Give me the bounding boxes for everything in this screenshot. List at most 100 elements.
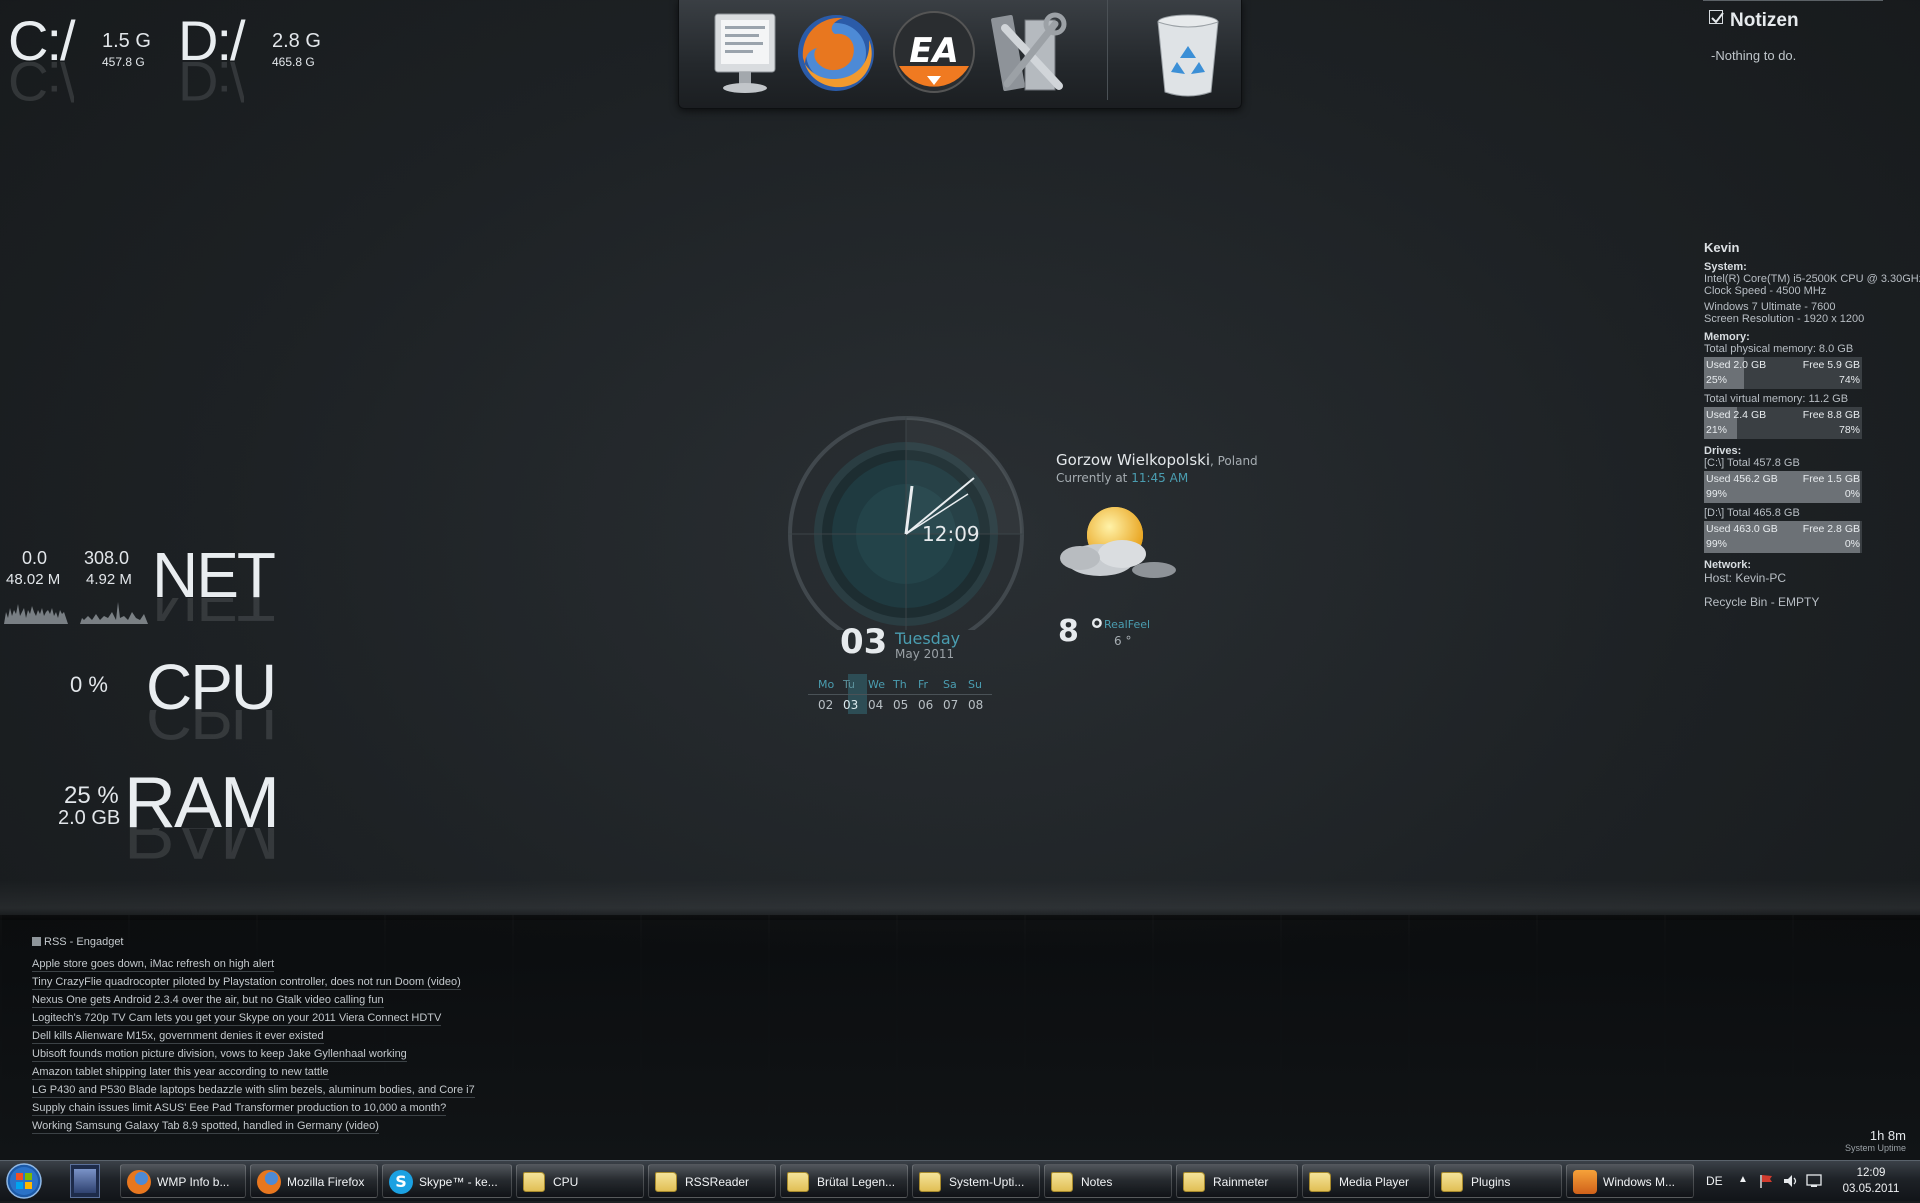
computer-icon[interactable] <box>701 8 791 98</box>
taskbar-date: 03.05.2011 <box>1842 1183 1900 1195</box>
rss-list: Apple store goes down, iMac refresh on h… <box>32 956 475 1136</box>
ram-percent: 25 % <box>64 782 119 809</box>
recycle-bin-icon[interactable] <box>1143 8 1233 98</box>
rss-item-link[interactable]: Nexus One gets Android 2.3.4 over the ai… <box>32 992 384 1008</box>
taskbar-button[interactable]: CPU <box>516 1164 644 1198</box>
rss-row: Tiny CrazyFlie quadrocopter piloted by P… <box>32 974 475 992</box>
calendar-date[interactable]: 07 <box>943 698 958 712</box>
cpu-value: 0 % <box>70 672 108 697</box>
calendar-date[interactable]: 06 <box>918 698 933 712</box>
uptime-label: System Uptime <box>1844 1143 1906 1153</box>
rss-row: Amazon tablet shipping later this year a… <box>32 1064 475 1082</box>
virt-used-pct: 21% <box>1706 424 1728 436</box>
taskbar-button[interactable]: Media Player <box>1302 1164 1430 1198</box>
sysinfo-host: Host: Kevin-PC <box>1704 571 1787 585</box>
language-indicator[interactable]: DE <box>1706 1174 1723 1188</box>
rss-item-link[interactable]: Tiny CrazyFlie quadrocopter piloted by P… <box>32 974 461 990</box>
cpu-reflection: CPU <box>146 710 276 753</box>
phys-free-pct: 74% <box>1838 374 1860 386</box>
d-drive-bar: Used 463.0 GB Free 2.8 GB 99% 0% <box>1704 521 1862 553</box>
virt-free-pct: 78% <box>1838 424 1860 436</box>
weather-current-time: 11:45 AM <box>1131 471 1189 485</box>
rss-item-link[interactable]: Apple store goes down, iMac refresh on h… <box>32 956 275 972</box>
checkbox-icon[interactable] <box>1709 10 1724 24</box>
calendar-date[interactable]: 04 <box>868 698 883 712</box>
calendar-weekday: Tu <box>843 678 856 691</box>
firefox-icon[interactable] <box>791 8 881 98</box>
taskbar-button-label: WMP Info b... <box>157 1175 230 1189</box>
phys-free: Free 5.9 GB <box>1802 359 1860 371</box>
network-icon[interactable] <box>1806 1173 1824 1192</box>
taskbar-button[interactable]: RSSReader <box>648 1164 776 1198</box>
taskbar-button[interactable]: Mozilla Firefox <box>250 1164 378 1198</box>
d-used-pct: 99% <box>1706 538 1728 550</box>
realfeel-value: 6 ° <box>1114 634 1132 648</box>
ea-icon[interactable]: EA <box>889 8 979 98</box>
uptime-value: 1h 8m <box>1869 1128 1906 1143</box>
c-free: Free 1.5 GB <box>1802 473 1860 485</box>
folder-icon <box>1309 1172 1331 1192</box>
drive-d-free: 2.8 G <box>272 30 321 52</box>
taskbar-button-label: CPU <box>553 1175 579 1189</box>
sysinfo-clock: Clock Speed - 4500 MHz <box>1704 285 1827 297</box>
calendar-date[interactable]: 03 <box>843 698 858 712</box>
firefox-icon <box>127 1170 151 1194</box>
calendar-weekday: We <box>868 678 885 691</box>
notes-text[interactable]: -Nothing to do. <box>1711 48 1796 63</box>
taskbar-button[interactable]: Plugins <box>1434 1164 1562 1198</box>
tools-icon[interactable] <box>985 8 1075 98</box>
sysinfo-recycle: Recycle Bin - EMPTY <box>1704 595 1820 609</box>
rss-item-link[interactable]: LG P430 and P530 Blade laptops bedazzle … <box>32 1082 475 1098</box>
virt-used: Used 2.4 GB <box>1706 409 1767 421</box>
start-button[interactable] <box>4 1163 44 1199</box>
calendar-date[interactable]: 05 <box>893 698 908 712</box>
taskbar-button[interactable]: Notes <box>1044 1164 1172 1198</box>
taskbar-button[interactable]: WMP Info b... <box>120 1164 246 1198</box>
volume-icon[interactable] <box>1782 1173 1800 1192</box>
ram-amount: 2.0 GB <box>58 807 121 829</box>
calendar-date[interactable]: 08 <box>968 698 983 712</box>
net-down-rate: 0.0 <box>22 548 48 568</box>
rss-title: RSS - Engadget <box>44 936 124 948</box>
action-center-flag-icon[interactable] <box>1758 1173 1774 1192</box>
weather-country: , Poland <box>1209 454 1258 468</box>
taskbar-button[interactable]: S Skype™ - ke... <box>382 1164 512 1198</box>
calendar-date[interactable]: 02 <box>818 698 833 712</box>
rss-item-link[interactable]: Ubisoft founds motion picture division, … <box>32 1046 407 1062</box>
folder-icon <box>655 1172 677 1192</box>
rss-row: LG P430 and P530 Blade laptops bedazzle … <box>32 1082 475 1100</box>
net-down-total: 48.02 M <box>6 571 61 588</box>
taskbar-button[interactable]: Brütal Legen... <box>780 1164 908 1198</box>
show-hidden-icons[interactable]: ▲ <box>1738 1174 1748 1185</box>
sysinfo-d-total: [D:\] Total 465.8 GB <box>1704 507 1800 519</box>
rss-header: RSS - Engadget <box>32 936 475 956</box>
net-up-rate: 308.0 <box>84 548 130 568</box>
rss-item-link[interactable]: Working Samsung Galaxy Tab 8.9 spotted, … <box>32 1118 379 1134</box>
calendar-weekday: Mo <box>818 678 835 691</box>
taskbar-button[interactable]: Rainmeter <box>1176 1164 1298 1198</box>
date-month-year: May 2011 <box>895 647 955 661</box>
pinned-app-icon[interactable] <box>70 1164 100 1198</box>
rss-item-link[interactable]: Amazon tablet shipping later this year a… <box>32 1064 329 1080</box>
rss-item-link[interactable]: Logitech's 720p TV Cam lets you get your… <box>32 1010 442 1026</box>
weather-location: Gorzow Wielkopolski, Poland <box>1056 451 1258 469</box>
taskbar-button-label: Notes <box>1081 1175 1113 1189</box>
taskbar-button[interactable]: Windows M... <box>1566 1164 1694 1198</box>
rss-row: Working Samsung Galaxy Tab 8.9 spotted, … <box>32 1118 475 1136</box>
taskbar-button[interactable]: System-Upti... <box>912 1164 1040 1198</box>
uptime-widget: 1h 8m System Uptime <box>1845 1128 1906 1153</box>
taskbar-clock[interactable]: 12:09 03.05.2011 <box>1830 1165 1912 1197</box>
taskbar-button-label: Rainmeter <box>1213 1175 1269 1189</box>
taskbar-button-label: System-Upti... <box>949 1175 1025 1189</box>
rss-item-link[interactable]: Supply chain issues limit ASUS' Eee Pad … <box>32 1100 447 1116</box>
net-up-total: 4.92 M <box>86 571 132 588</box>
drive-d-reflection: D:/ <box>178 62 244 113</box>
net-graph <box>4 602 148 624</box>
folder-icon <box>1441 1172 1463 1192</box>
rss-item-link[interactable]: Dell kills Alienware M15x, government de… <box>32 1028 324 1044</box>
calendar-divider <box>808 694 992 695</box>
calendar-weekday: Th <box>893 678 907 691</box>
digital-time: 12:09 <box>922 522 980 546</box>
taskbar-button-label: Media Player <box>1339 1175 1410 1189</box>
d-free: Free 2.8 GB <box>1802 523 1860 535</box>
